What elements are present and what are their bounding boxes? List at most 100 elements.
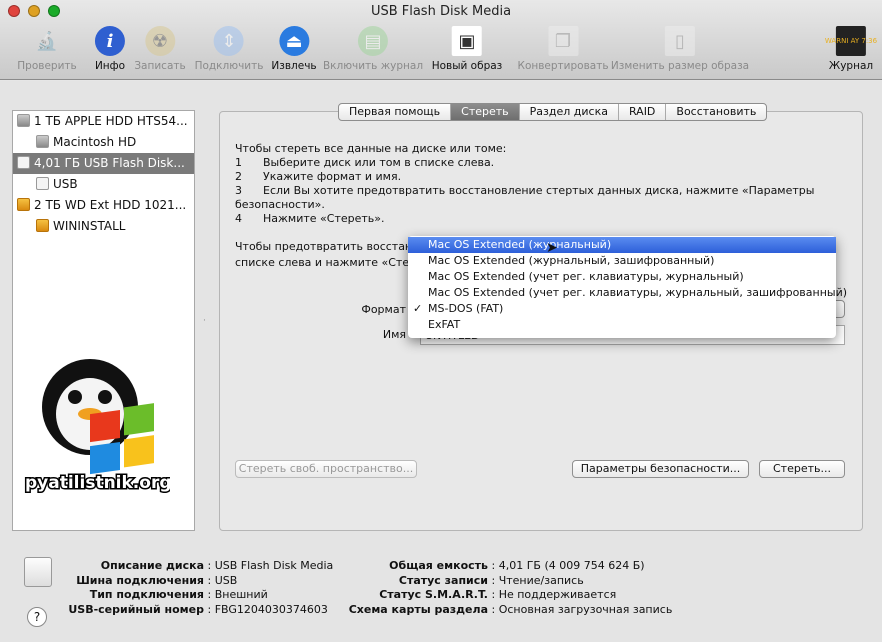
security-options-button[interactable]: Параметры безопасности... (572, 460, 749, 478)
tab-2[interactable]: Раздел диска (520, 104, 619, 120)
info-row: Статус S.M.A.R.T. : Не поддерживается (330, 588, 616, 601)
tab-4[interactable]: Восстановить (666, 104, 766, 120)
info-label: Статус записи (398, 573, 488, 587)
toolbar-mount-button[interactable]: ⇕ Подключить (194, 26, 264, 72)
toolbar-microscope-button[interactable]: 🔬 Проверить (17, 26, 77, 73)
disk-list-item[interactable]: 1 ТБ APPLE HDD HTS54... (13, 111, 194, 132)
info-value: USB Flash Disk Media (214, 559, 334, 572)
mount-icon: ⇕ (214, 26, 244, 56)
help-button[interactable]: ? (27, 607, 47, 627)
toolbar-convert-button[interactable]: ❐ Конвертировать (517, 26, 609, 72)
toolbar-label: Подключить (194, 60, 264, 72)
toolbar-label: Проверить (17, 60, 77, 72)
tab-0[interactable]: Первая помощь (339, 104, 452, 120)
toolbar-journal-button[interactable]: ▤ Включить журнал (323, 26, 423, 72)
splitter-handle[interactable]: · (203, 316, 206, 326)
toolbar-log-button[interactable]: WARNI AY 7:36 Журнал (825, 26, 877, 72)
disk-list-item[interactable]: 4,01 ГБ USB Flash Disk... (13, 153, 194, 174)
microscope-icon: 🔬 (35, 30, 59, 52)
format-option[interactable]: Mac OS Extended (учет рег. клавиатуры, ж… (408, 269, 836, 285)
disk-label: 2 ТБ WD Ext HDD 1021... (34, 198, 187, 212)
svg-text:pyatilistnik.org: pyatilistnik.org (25, 473, 170, 493)
format-option[interactable]: ✓ MS-DOS (FAT) (408, 301, 836, 317)
info-row: Статус записи : Чтение/запись (330, 574, 584, 587)
toolbar-info-button[interactable]: i Инфо (95, 26, 125, 72)
tab-1[interactable]: Стереть (451, 104, 520, 120)
tab-3[interactable]: RAID (619, 104, 667, 120)
info-icon: i (95, 26, 125, 56)
format-option-label: Mac OS Extended (журнальный) (428, 238, 612, 251)
toolbar-label: Новый образ (431, 60, 503, 72)
format-dropdown-menu[interactable]: Mac OS Extended (журнальный) Mac OS Exten… (408, 236, 847, 338)
step-number: 4 (235, 212, 242, 225)
disk-label: 4,01 ГБ USB Flash Disk... (34, 156, 185, 170)
eject-icon: ⏏ (278, 26, 309, 56)
info-row: Шина подключения : USB (60, 574, 237, 587)
format-option[interactable]: Mac OS Extended (учет рег. клавиатуры, ж… (408, 285, 847, 301)
format-option-label: Mac OS Extended (учет рег. клавиатуры, ж… (428, 286, 848, 299)
toolbar-resize-image-button[interactable]: ▯ Изменить размер образа (611, 26, 749, 72)
step-number: 1 (235, 156, 242, 169)
info-label: Описание диска (100, 559, 204, 572)
info-value: Внешний (214, 588, 268, 601)
step-number: 2 (235, 170, 242, 183)
resize-image-icon: ▯ (664, 26, 695, 56)
info-label: Общая емкость (389, 559, 488, 572)
name-label: Имя (382, 328, 406, 341)
info-row: Тип подключения : Внешний (60, 588, 268, 601)
info-value: Чтение/запись (498, 573, 584, 587)
toolbar-burn-button[interactable]: ☢ Записать (134, 26, 186, 72)
usb-disk-icon (36, 177, 49, 190)
toolbar-label: Журнал (828, 60, 874, 72)
disk-list-item[interactable]: 2 ТБ WD Ext HDD 1021... (13, 195, 194, 216)
toolbar-new-image-button[interactable]: ▣ Новый образ (431, 26, 503, 72)
erase-button[interactable]: Стереть... (759, 460, 845, 478)
instruction-step: 4 Нажмите «Стереть». (235, 212, 385, 225)
mouse-cursor-icon: ➤ (546, 240, 558, 256)
disk-list-item[interactable]: USB (13, 174, 194, 195)
burn-icon: ☢ (145, 26, 175, 56)
info-label: Схема карты раздела (348, 602, 488, 616)
disk-label: 1 ТБ APPLE HDD HTS54... (34, 114, 188, 128)
info-row: USB-серийный номер : FBG1204030374603 (60, 603, 328, 616)
disk-icon (24, 557, 52, 587)
info-row: Общая емкость : 4,01 ГБ (4 009 754 624 Б… (330, 559, 645, 572)
tab-bar: Первая помощь Стереть Раздел диска RAID Восс… (338, 103, 768, 121)
toolbar-label: Изменить размер образа (610, 60, 750, 72)
checkmark-icon: ✓ (413, 302, 423, 315)
toolbar-label: Записать (134, 60, 186, 72)
toolbar-eject-button[interactable]: ⏏ Извлечь (271, 26, 317, 72)
info-label: Шина подключения (76, 573, 204, 587)
ext-disk-icon (17, 198, 30, 211)
hdd-disk-icon (17, 114, 30, 127)
format-option[interactable]: Mac OS Extended (журнальный) (408, 237, 836, 253)
hdd-disk-icon (36, 135, 49, 148)
instruction-step: 2 Укажите формат и имя. (235, 170, 401, 183)
step-text: Если Вы хотите предотвратить восстановле… (263, 184, 815, 197)
info-value: FBG1204030374603 (214, 602, 328, 616)
convert-icon: ❐ (547, 26, 578, 56)
step-text: Укажите формат и имя. (263, 170, 402, 183)
step-text: Выберите диск или том в списке слева. (263, 156, 495, 169)
window-titlebar: USB Flash Disk Media 🔬 Проверить i Инфо ☢ Зап… (0, 0, 882, 80)
format-option[interactable]: Mac OS Extended (журнальный, зашифрованн… (408, 253, 836, 269)
info-value: 4,01 ГБ (4 009 754 624 Б) (498, 559, 645, 572)
disk-list-item[interactable]: Macintosh HD (13, 132, 194, 153)
watermark-logo: pyatilistnik.org (20, 352, 173, 512)
toolbar-label: Конвертировать (517, 60, 609, 72)
toolbar-label: Извлечь (271, 60, 317, 72)
step3-continued: безопасности». (235, 198, 325, 211)
disk-label: USB (53, 177, 78, 191)
format-option-label: Mac OS Extended (учет рег. клавиатуры, ж… (428, 270, 744, 283)
note-line-1: Чтобы предотвратить восстано (235, 240, 419, 253)
erase-free-space-button[interactable]: Стереть своб. пространство... (235, 460, 417, 478)
format-option[interactable]: ExFAT (408, 317, 836, 333)
disk-label: Macintosh HD (53, 135, 137, 149)
instruction-step: 1 Выберите диск или том в списке слева. (235, 156, 494, 169)
format-option-label: MS-DOS (FAT) (428, 302, 504, 315)
ext-disk-icon (36, 219, 49, 232)
disk-list-item[interactable]: WININSTALL (13, 216, 194, 237)
step-number: 3 (235, 184, 242, 197)
format-label: Формат (361, 303, 406, 316)
format-option-label: Mac OS Extended (журнальный, зашифрованн… (428, 254, 715, 267)
